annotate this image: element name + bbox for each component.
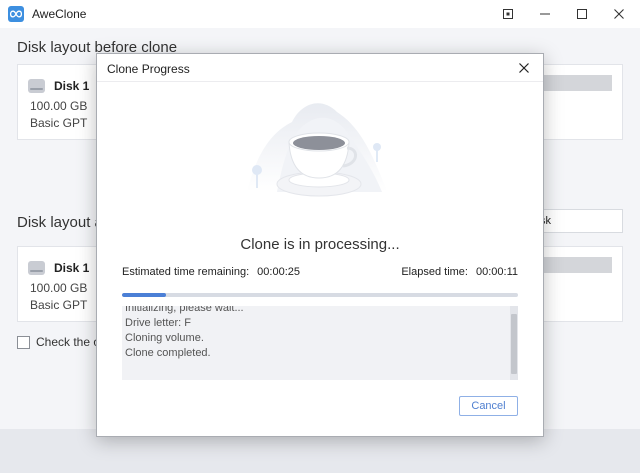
log-lines: Initializing, please wait... Drive letter… [125, 306, 244, 361]
maximize-button[interactable] [564, 0, 600, 28]
pin-window-button[interactable] [490, 0, 526, 28]
disk-size: 100.00 GB [30, 281, 88, 295]
close-icon [614, 7, 624, 22]
dialog-title: Clone Progress [107, 62, 190, 76]
coffee-cup-illustration [247, 103, 387, 197]
dialog-header: Clone Progress [97, 54, 543, 82]
option-check-row[interactable]: Check the op [17, 335, 107, 349]
minimize-icon [540, 7, 550, 22]
estimated-time-value: 00:00:25 [257, 266, 300, 278]
elapsed-time-value: 00:00:11 [475, 266, 518, 278]
progress-fill [122, 293, 166, 297]
app-title: AweClone [32, 7, 87, 21]
title-bar: AweClone [0, 0, 640, 28]
log-line: Initializing, please wait... [125, 306, 244, 314]
disk-type: Basic GPT [30, 116, 88, 130]
log-line: Drive letter: F [125, 317, 192, 329]
log-line: Cloning volume. [125, 332, 204, 344]
hard-disk-icon [28, 79, 45, 93]
log-scrollbar[interactable] [510, 306, 518, 380]
disk-name: Disk 1 [54, 261, 90, 275]
clone-status-text: Clone is in processing... [240, 236, 400, 253]
pin-window-icon [503, 7, 513, 22]
disk-size: 100.00 GB [30, 99, 88, 113]
maximize-icon [577, 7, 587, 22]
elapsed-time-label: Elapsed time: [401, 266, 468, 278]
dialog-close-button[interactable] [513, 57, 535, 79]
partition-bar [538, 75, 612, 91]
log-scrollbar-thumb[interactable] [511, 314, 517, 374]
log-line: Clone completed. [125, 347, 211, 359]
minimize-button[interactable] [527, 0, 563, 28]
window-close-button[interactable] [601, 0, 637, 28]
disk-type: Basic GPT [30, 298, 88, 312]
option-checkbox[interactable] [17, 335, 30, 349]
cancel-button[interactable]: Cancel [459, 396, 518, 416]
partition-bar [538, 257, 612, 273]
infinity-icon [8, 6, 24, 22]
section-title-after: Disk layout a [17, 214, 103, 231]
disk-name: Disk 1 [54, 79, 90, 93]
estimated-time-label: Estimated time remaining: [122, 266, 250, 278]
clone-progress-dialog: Clone Progress Clone is in processing... [96, 53, 544, 437]
log-panel[interactable]: Initializing, please wait... Drive letter… [122, 306, 518, 380]
close-icon [519, 60, 529, 77]
clone-progress-bar [122, 293, 518, 297]
hard-disk-icon [28, 261, 45, 275]
